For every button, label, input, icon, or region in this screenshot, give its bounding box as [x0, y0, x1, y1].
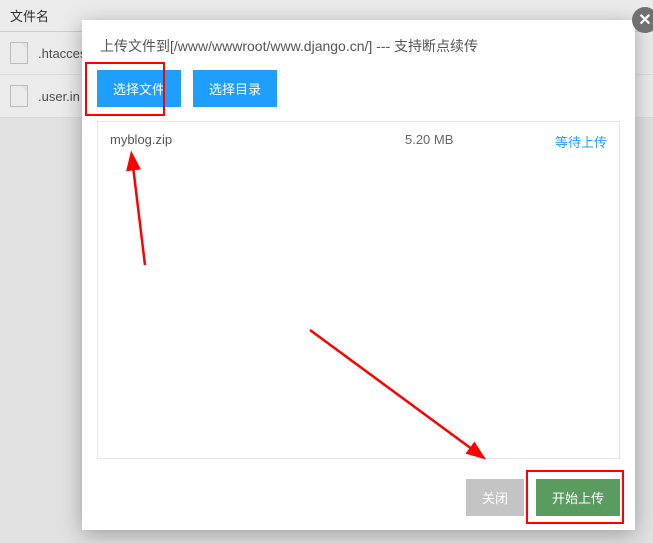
file-list-area: myblog.zip 5.20 MB 等待上传 — [97, 121, 620, 459]
file-status: 等待上传 — [555, 132, 607, 151]
start-upload-button[interactable]: 开始上传 — [536, 479, 620, 516]
file-name: myblog.zip — [110, 132, 405, 151]
file-size: 5.20 MB — [405, 132, 555, 151]
select-directory-button[interactable]: 选择目录 — [193, 70, 277, 107]
close-button[interactable]: 关闭 — [466, 479, 524, 516]
modal-title: 上传文件到[/www/wwwroot/www.django.cn/] --- 支… — [82, 20, 635, 70]
select-file-button[interactable]: 选择文件 — [97, 70, 181, 107]
modal-footer: 关闭 开始上传 — [466, 479, 620, 516]
upload-modal: ✕ 上传文件到[/www/wwwroot/www.django.cn/] ---… — [82, 20, 635, 530]
modal-toolbar: 选择文件 选择目录 — [82, 70, 635, 121]
close-icon[interactable]: ✕ — [632, 7, 653, 33]
file-list-row[interactable]: myblog.zip 5.20 MB 等待上传 — [98, 122, 619, 161]
